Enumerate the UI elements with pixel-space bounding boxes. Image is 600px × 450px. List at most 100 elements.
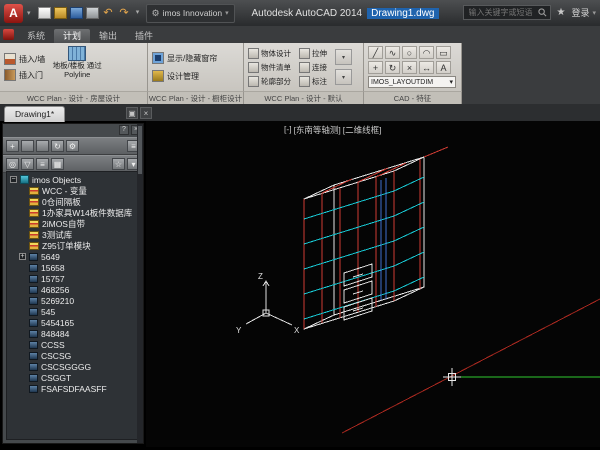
ribbon-tab[interactable]: 插件 [126,29,162,43]
polyline-icon[interactable]: ∿ [385,46,400,59]
tree-item[interactable]: Z95订单模块 [7,240,139,251]
refresh-icon[interactable]: ↻ [51,140,64,152]
sort-icon[interactable]: ≡ [36,158,49,170]
search-icon[interactable] [538,8,547,17]
collapse-icon[interactable]: − [10,176,17,183]
expand-icon [19,330,26,337]
sign-in-button[interactable]: 登录 ▾ [571,6,596,19]
redo-icon[interactable]: ↷ [118,7,131,19]
filter-icon[interactable]: ▽ [21,158,34,170]
tree-item[interactable]: 3测试库 [7,229,139,240]
drawing-scene[interactable]: Z X Y [146,121,600,447]
panel-default: 物体设计物件清单轮廓部分 拉伸连接标注 ▾ ▾ WCC Plan - 设计 - 默认 [244,43,364,105]
insert-door-button[interactable]: 插入门 [4,69,45,81]
document-tab-drawing1[interactable]: Drawing1* [4,106,65,122]
floor-polyline-label: 地板/楼板 通过 Polyline [50,62,104,79]
scrollbar-thumb[interactable] [138,126,142,174]
ribbon-button[interactable]: 标注 [299,76,327,87]
tree-item[interactable]: 545 [7,306,139,317]
restore-icon[interactable]: ▣ [126,107,138,119]
modify-flyout-icon[interactable]: ▾ [335,69,352,85]
autocad-app-button[interactable]: A [4,4,23,23]
panel-label[interactable]: WCC Plan - 设计 - 默认 [244,91,364,105]
help-search-box[interactable] [463,5,551,20]
tree-item[interactable]: 15658 [7,262,139,273]
new-file-icon[interactable] [38,7,51,19]
dimstyle-combobox[interactable]: IMOS_LAYOUTDIM ▾ [368,76,456,88]
save-icon[interactable] [36,140,49,152]
expand-icon[interactable]: + [19,253,26,260]
line-icon[interactable]: ╱ [368,46,383,59]
model-space-canvas[interactable]: [-][东南等轴测][二维线框] [146,121,600,447]
panel-label[interactable]: WCC Plan - 设计 - 橱柜设计 [148,91,244,105]
tree-root[interactable]: − imos Objects [7,174,139,185]
plot-icon[interactable] [86,7,99,19]
qat-dropdown-icon[interactable]: ▾ [134,7,142,19]
folder-icon [29,220,39,228]
insert-wall-button[interactable]: 插入/墙 [4,53,45,65]
viewport-control[interactable]: [东南等轴测] [294,124,341,136]
tree-item[interactable]: 848484 [7,328,139,339]
erase-icon[interactable]: × [402,61,417,74]
ribbon-button[interactable]: 连接 [299,62,327,73]
undo-icon[interactable]: ↶ [102,7,115,19]
show-hide-button[interactable]: 显示/隐藏窗帘 [152,52,239,64]
folder-icon [29,187,39,195]
favorites-icon[interactable]: ★ [557,7,566,18]
tree-item[interactable]: WCC - 变量 [7,185,139,196]
text-icon[interactable]: A [436,61,451,74]
tree-item[interactable]: 5454165 [7,317,139,328]
ribbon-tab[interactable]: 输出 [90,29,126,43]
viewport-control[interactable]: [二维线框] [343,124,382,136]
panel-label[interactable]: WCC Plan - 设计 - 房屋设计 [0,91,148,105]
ribbon-button[interactable]: 拉伸 [299,48,327,59]
open-folder-icon[interactable] [21,140,34,152]
ribbon-tab[interactable]: 计划 [54,29,90,43]
new-item-icon[interactable]: + [6,140,19,152]
dimension-icon[interactable]: ↔ [419,61,434,74]
design-manager-button[interactable]: 设计管理 [152,70,239,82]
element-icon [29,253,38,261]
move-icon[interactable]: + [368,61,383,74]
panel-label[interactable]: CAD - 特征 [364,91,462,105]
ribbon-button[interactable]: 物体设计 [248,48,291,59]
search-input[interactable] [467,7,536,18]
arc-icon[interactable]: ◠ [419,46,434,59]
close-icon[interactable]: × [140,107,152,119]
open-file-icon[interactable] [54,7,67,19]
insert-flyout-icon[interactable]: ▾ [335,49,352,65]
favorites-icon[interactable]: ☆ [112,158,125,170]
tree-item[interactable]: 15757 [7,273,139,284]
app-menu-arrow-icon[interactable]: ▾ [27,9,31,17]
element-icon [29,363,38,371]
tree-item[interactable]: 1办家具W14板件数据库 [7,207,139,218]
palette-scrollbar[interactable] [137,124,143,443]
tree-item[interactable]: CSCSG [7,350,139,361]
ribbon-button[interactable]: 轮廓部分 [248,76,291,87]
tree-item[interactable]: CSCSGGGG [7,361,139,372]
tree-item[interactable]: 2iMOS自带 [7,218,139,229]
grid-view-icon[interactable]: ▦ [51,158,64,170]
workspace-switcher[interactable]: ⚙ imos Innovation ▾ [146,4,235,23]
viewport-control[interactable]: [-] [284,124,292,136]
palette-help-icon[interactable]: ? [119,125,129,135]
tree-item[interactable]: FSAFSDFAASFF [7,383,139,394]
circle-icon[interactable]: ○ [402,46,417,59]
design-manager-icon [152,70,164,82]
tree-item[interactable]: 5269210 [7,295,139,306]
floor-polyline-button[interactable]: 地板/楼板 通过 Polyline [50,46,104,88]
save-file-icon[interactable] [70,7,83,19]
tree-item[interactable]: CCSS [7,339,139,350]
tree-item-label: 1办家具W14板件数据库 [42,207,132,218]
tree-item[interactable]: CSGGT [7,372,139,383]
rotate-icon[interactable]: ↻ [385,61,400,74]
tree-item[interactable]: 0仓间隔板 [7,196,139,207]
ribbon-tab[interactable]: 系统 [18,29,54,43]
tree-item[interactable]: +5649 [7,251,139,262]
settings-icon[interactable]: ⚙ [66,140,79,152]
titlebar-right-cluster: ★ 登录 ▾ [463,5,597,20]
search-icon[interactable]: ◎ [6,158,19,170]
rectangle-icon[interactable]: ▭ [436,46,451,59]
tree-item[interactable]: 468256 [7,284,139,295]
ribbon-button[interactable]: 物件清单 [248,62,291,73]
